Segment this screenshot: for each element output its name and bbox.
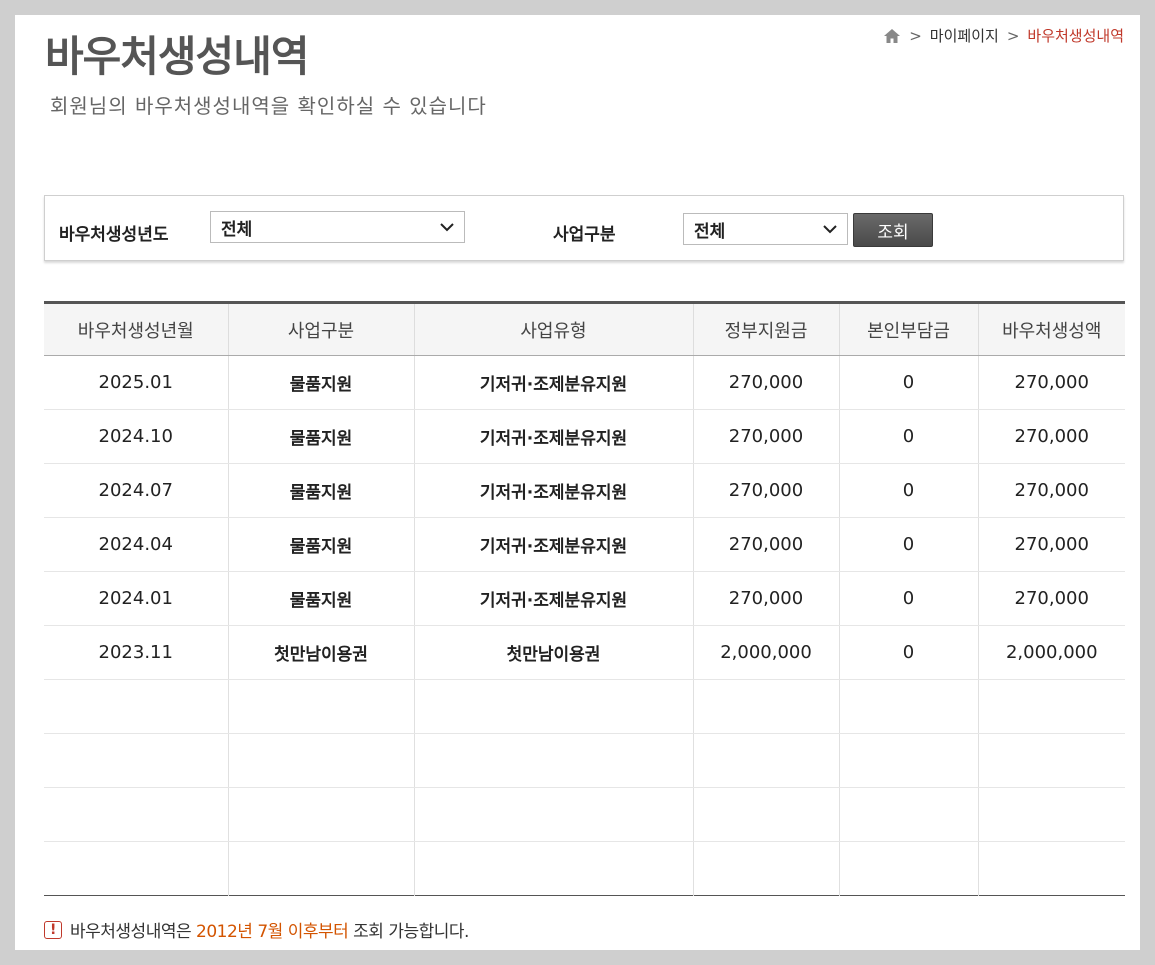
cell-type: 기저귀·조제분유지원 xyxy=(414,463,694,518)
table-row: 2023.11 첫만남이용권 첫만남이용권 2,000,000 0 2,000,… xyxy=(44,625,1125,680)
page-subtitle: 회원님의 바우처생성내역을 확인하실 수 있습니다 xyxy=(50,94,487,118)
table-row: 2024.10 물품지원 기저귀·조제분유지원 270,000 0 270,00… xyxy=(44,409,1125,464)
cell-month: 2023.11 xyxy=(44,625,229,680)
year-filter-label: 바우처생성년도 xyxy=(59,225,169,245)
cell-self-pay: 0 xyxy=(839,625,979,680)
cell-voucher-amount: 270,000 xyxy=(978,463,1125,518)
cell-gov-support: 270,000 xyxy=(693,571,840,626)
table-row-empty xyxy=(44,679,1125,734)
cell-type: 기저귀·조제분유지원 xyxy=(414,571,694,626)
chevron-down-icon xyxy=(440,222,454,232)
col-header-voucher-amount: 바우처생성액 xyxy=(978,302,1125,356)
cell-business: 물품지원 xyxy=(228,463,415,518)
table-row: 2025.01 물품지원 기저귀·조제분유지원 270,000 0 270,00… xyxy=(44,355,1125,410)
cell-voucher-amount: 2,000,000 xyxy=(978,625,1125,680)
business-select[interactable]: 전체 xyxy=(683,213,848,245)
warning-icon: ! xyxy=(44,920,62,939)
cell-voucher-amount: 270,000 xyxy=(978,355,1125,410)
business-select-value: 전체 xyxy=(694,221,726,242)
year-select[interactable]: 전체 xyxy=(210,211,465,243)
year-select-value: 전체 xyxy=(221,219,253,240)
page-title: 바우처생성내역 xyxy=(45,32,309,81)
cell-self-pay: 0 xyxy=(839,463,979,518)
notice-suffix: 조회 가능합니다. xyxy=(348,922,469,942)
breadcrumb-item-mypage[interactable]: 마이페이지 xyxy=(930,25,999,46)
cell-gov-support: 2,000,000 xyxy=(693,625,840,680)
cell-self-pay: 0 xyxy=(839,517,979,572)
cell-gov-support: 270,000 xyxy=(693,355,840,410)
cell-voucher-amount: 270,000 xyxy=(978,517,1125,572)
voucher-table: 바우처생성년월 사업구분 사업유형 정부지원금 본인부담금 바우처생성액 202… xyxy=(44,301,1125,896)
cell-month: 2024.04 xyxy=(44,517,229,572)
table-row: 2024.07 물품지원 기저귀·조제분유지원 270,000 0 270,00… xyxy=(44,463,1125,518)
cell-business: 물품지원 xyxy=(228,571,415,626)
cell-type: 기저귀·조제분유지원 xyxy=(414,517,694,572)
filter-panel: 바우처생성년도 전체 사업구분 전체 조회 xyxy=(44,195,1124,261)
table-row-empty xyxy=(44,841,1125,896)
cell-type: 기저귀·조제분유지원 xyxy=(414,355,694,410)
table-row-empty xyxy=(44,733,1125,788)
chevron-down-icon xyxy=(823,224,837,234)
chevron-right-icon: > xyxy=(909,26,922,45)
cell-month: 2024.07 xyxy=(44,463,229,518)
col-header-month: 바우처생성년월 xyxy=(44,302,229,356)
cell-gov-support: 270,000 xyxy=(693,463,840,518)
breadcrumb-item-current: 바우처생성내역 xyxy=(1027,27,1124,45)
cell-voucher-amount: 270,000 xyxy=(978,409,1125,464)
notice: ! 바우처생성내역은 2012년 7월 이후부터 조회 가능합니다. xyxy=(44,917,469,942)
chevron-right-icon: > xyxy=(1006,26,1020,45)
breadcrumb: > 마이페이지 > 바우처생성내역 xyxy=(883,25,1124,46)
cell-month: 2024.10 xyxy=(44,409,229,464)
cell-type: 기저귀·조제분유지원 xyxy=(414,409,694,464)
cell-business: 물품지원 xyxy=(228,355,415,410)
cell-type: 첫만남이용권 xyxy=(414,625,694,680)
col-header-type: 사업유형 xyxy=(414,302,694,356)
table-row-empty xyxy=(44,787,1125,842)
notice-text: 바우처생성내역은 2012년 7월 이후부터 조회 가능합니다. xyxy=(70,917,469,942)
business-filter-label: 사업구분 xyxy=(553,225,616,245)
cell-self-pay: 0 xyxy=(839,355,979,410)
cell-gov-support: 270,000 xyxy=(693,517,840,572)
cell-business: 첫만남이용권 xyxy=(228,625,415,680)
search-button[interactable]: 조회 xyxy=(853,213,933,247)
cell-gov-support: 270,000 xyxy=(693,409,840,464)
notice-highlight: 2012년 7월 이후부터 xyxy=(196,922,349,942)
cell-month: 2025.01 xyxy=(44,355,229,410)
table-header-row: 바우처생성년월 사업구분 사업유형 정부지원금 본인부담금 바우처생성액 xyxy=(44,302,1125,356)
col-header-business: 사업구분 xyxy=(228,302,415,356)
cell-self-pay: 0 xyxy=(839,409,979,464)
col-header-gov-support: 정부지원금 xyxy=(693,302,840,356)
col-header-self-pay: 본인부담금 xyxy=(839,302,979,356)
cell-business: 물품지원 xyxy=(228,517,415,572)
cell-self-pay: 0 xyxy=(839,571,979,626)
table-row: 2024.01 물품지원 기저귀·조제분유지원 270,000 0 270,00… xyxy=(44,571,1125,626)
cell-business: 물품지원 xyxy=(228,409,415,464)
cell-voucher-amount: 270,000 xyxy=(978,571,1125,626)
cell-month: 2024.01 xyxy=(44,571,229,626)
home-icon[interactable] xyxy=(883,28,901,44)
page: 바우처생성내역 > 마이페이지 > 바우처생성내역 회원님의 바우처생성내역을 … xyxy=(15,15,1140,950)
table-row: 2024.04 물품지원 기저귀·조제분유지원 270,000 0 270,00… xyxy=(44,517,1125,572)
notice-prefix: 바우처생성내역은 xyxy=(70,922,197,942)
